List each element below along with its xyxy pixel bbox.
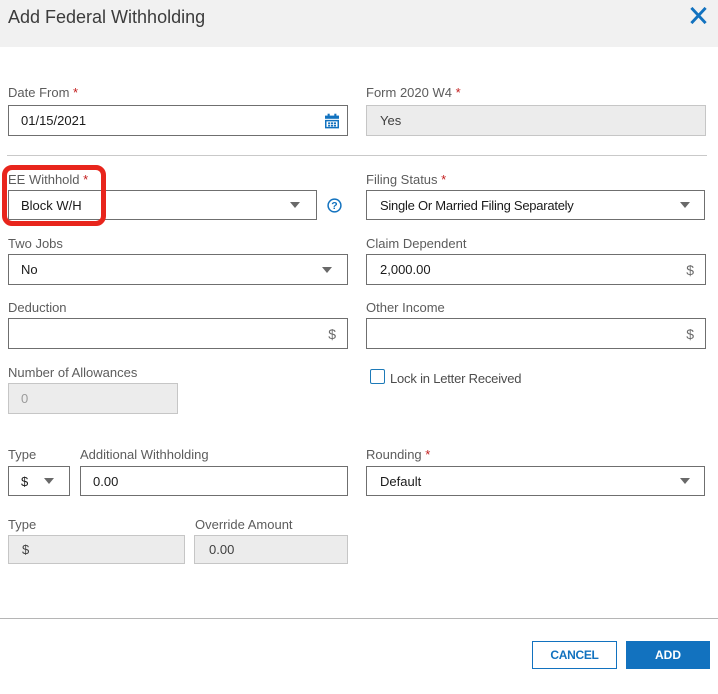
svg-text:?: ? xyxy=(331,200,337,212)
